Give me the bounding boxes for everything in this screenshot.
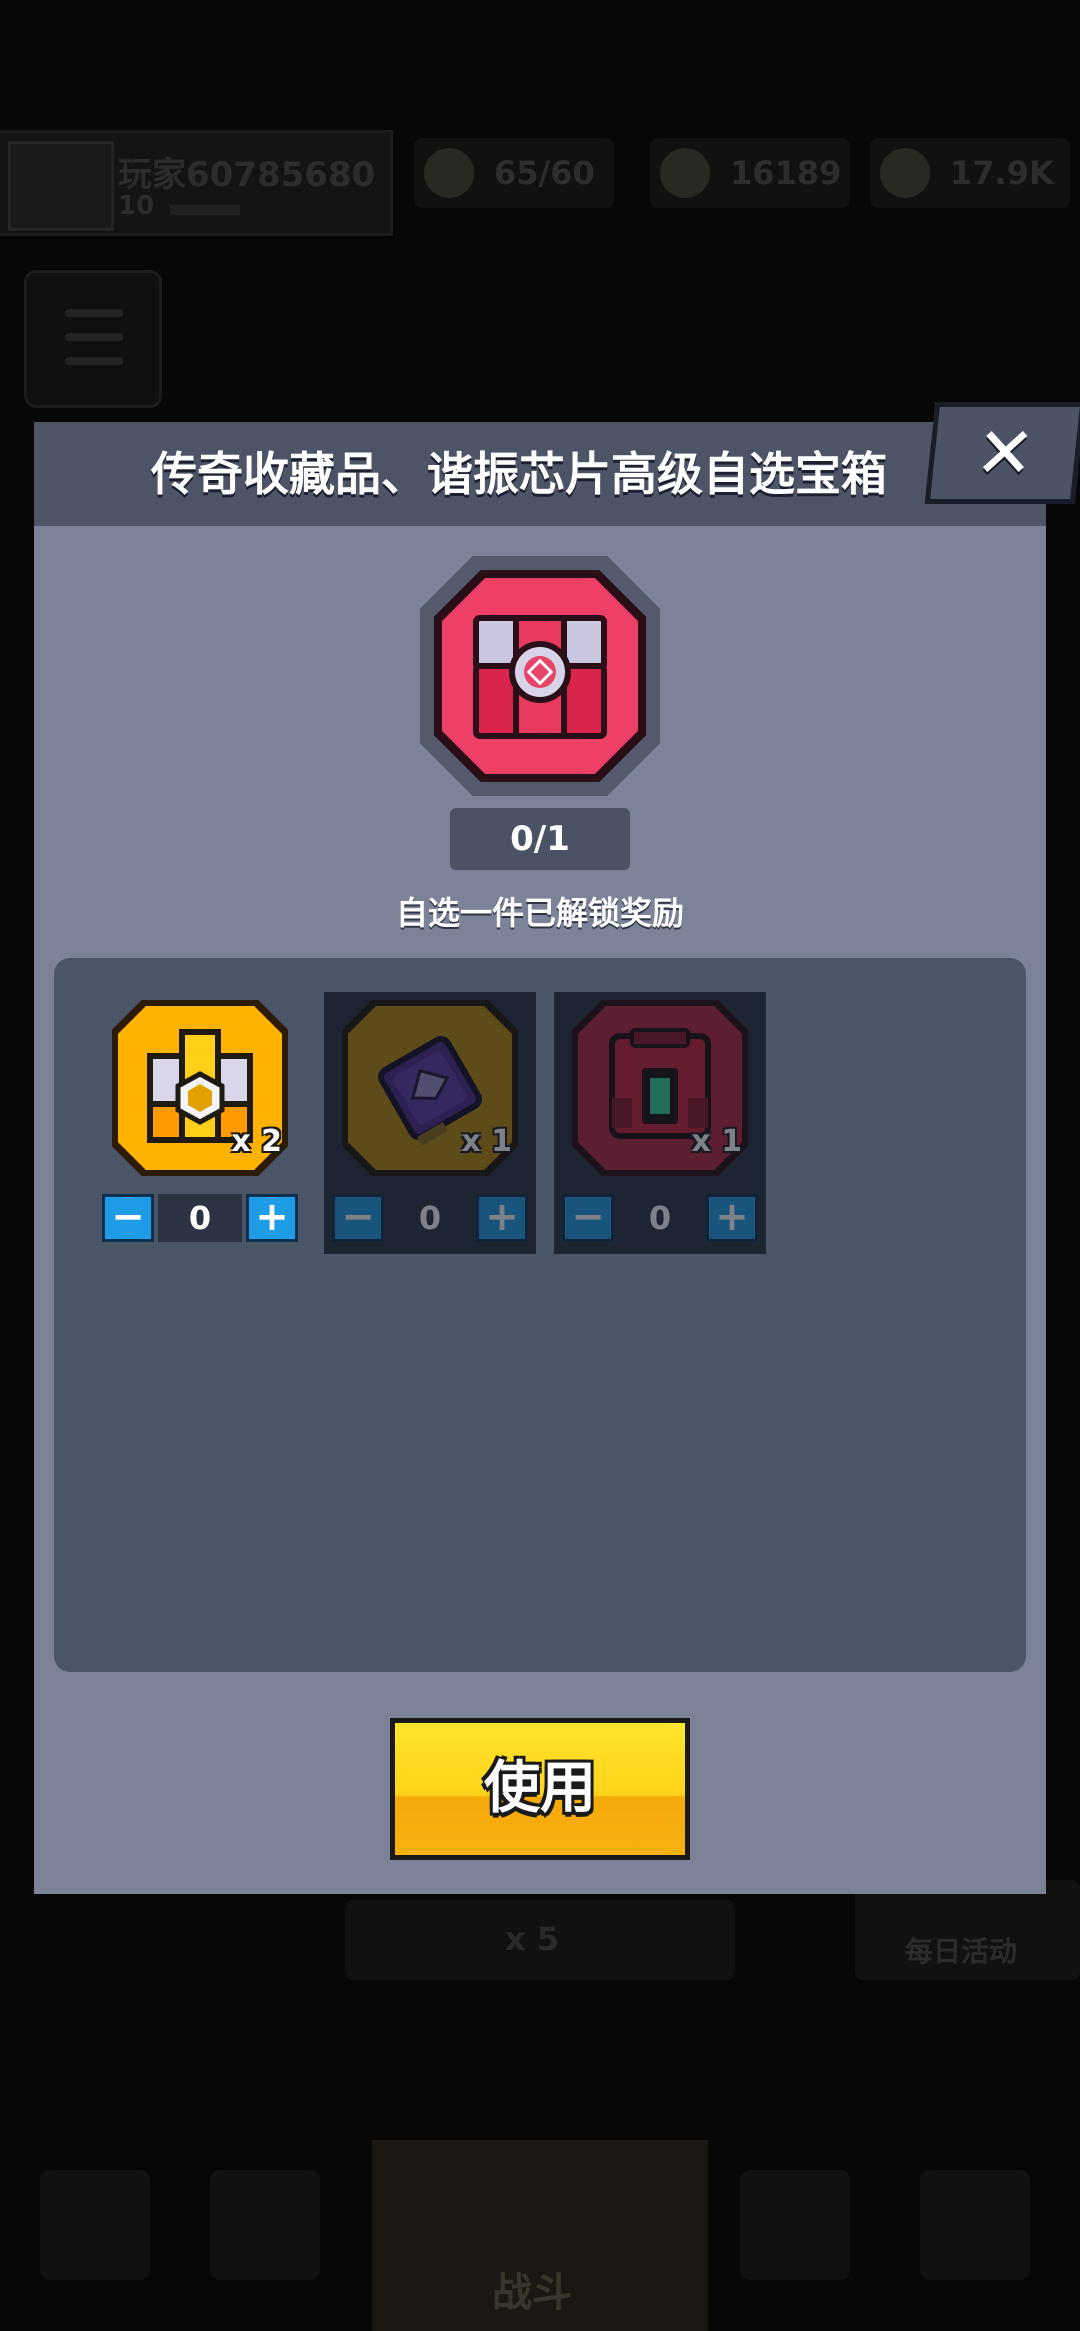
coin-icon xyxy=(880,148,930,198)
level-progress-bar xyxy=(170,205,240,215)
decrease-button[interactable]: − xyxy=(332,1194,384,1242)
menu-button xyxy=(24,270,162,408)
nav-battle-label: 战斗 xyxy=(492,2270,572,2316)
nav-shop-icon xyxy=(40,2170,150,2280)
red-chest-icon xyxy=(473,615,607,739)
quantity-value: 0 xyxy=(388,1194,472,1242)
quantity-stepper: − 0 + xyxy=(102,1194,298,1242)
menu-icon-line xyxy=(65,333,123,341)
item-count: x 2 xyxy=(231,1124,282,1159)
nav-battle: 战斗 xyxy=(372,2140,708,2331)
reward-item-gold-chest[interactable]: x 2 − 0 + xyxy=(94,992,306,1254)
resource-gems-value: 16189 xyxy=(730,154,842,192)
increase-button[interactable]: + xyxy=(476,1194,528,1242)
reward-list-panel: x 2 − 0 + x 1 − 0 + x 1 − 0 + xyxy=(54,958,1026,1672)
selection-progress: 0/1 xyxy=(450,808,630,870)
use-button[interactable]: 使用 xyxy=(390,1718,690,1860)
resource-coins-value: 17.9K xyxy=(950,154,1054,192)
quest-counter-text: x 5 xyxy=(505,1920,560,1958)
quest-counter: x 5 xyxy=(345,1900,735,1980)
use-button-label: 使用 xyxy=(484,1756,596,1821)
item-count: x 1 xyxy=(691,1124,742,1159)
item-count: x 1 xyxy=(461,1124,512,1159)
daily-activity-button: 每日活动 xyxy=(855,1880,1080,1980)
player-level: 10 xyxy=(118,191,155,221)
close-icon: ✕ xyxy=(971,412,1039,494)
resource-gems: 16189 xyxy=(650,138,850,208)
dialog-header: 传奇收藏品、谐振芯片高级自选宝箱 xyxy=(34,422,1046,526)
reward-item-resonance-chip[interactable]: x 1 − 0 + xyxy=(324,992,536,1254)
gem-icon xyxy=(660,148,710,198)
quantity-stepper: − 0 + xyxy=(562,1194,758,1242)
player-card: 玩家60785680 10 xyxy=(0,130,393,236)
quantity-stepper: − 0 + xyxy=(332,1194,528,1242)
increase-button[interactable]: + xyxy=(246,1194,298,1242)
reward-item-red-collectible[interactable]: x 1 − 0 + xyxy=(554,992,766,1254)
quantity-value: 0 xyxy=(618,1194,702,1242)
menu-icon xyxy=(65,309,123,317)
bottom-navigation: 战斗 xyxy=(0,2130,1080,2331)
resource-energy: 65/60 xyxy=(414,138,614,208)
dialog-title: 传奇收藏品、谐振芯片高级自选宝箱 xyxy=(151,447,887,501)
increase-button[interactable]: + xyxy=(706,1194,758,1242)
quantity-value: 0 xyxy=(158,1194,242,1242)
selection-chest-dialog: 传奇收藏品、谐振芯片高级自选宝箱 0/1 自选一件已解锁奖励 x 2 − 0 +… xyxy=(34,422,1046,1894)
selection-hint: 自选一件已解锁奖励 xyxy=(395,894,684,932)
resource-energy-value: 65/60 xyxy=(494,154,595,192)
top-status-bar: 玩家60785680 10 65/60 16189 17.9K xyxy=(0,130,1080,236)
decrease-button[interactable]: − xyxy=(562,1194,614,1242)
avatar xyxy=(8,141,114,231)
nav-equipment-icon xyxy=(210,2170,320,2280)
close-button[interactable]: ✕ xyxy=(924,402,1080,504)
selection-progress-text: 0/1 xyxy=(510,819,570,859)
nav-evolve-icon xyxy=(740,2170,850,2280)
daily-activity-label: 每日活动 xyxy=(905,1935,1018,1968)
energy-icon xyxy=(424,148,474,198)
decrease-button[interactable]: − xyxy=(102,1194,154,1242)
player-name: 玩家60785680 xyxy=(118,155,376,195)
menu-icon-line xyxy=(65,357,123,365)
resource-coins: 17.9K xyxy=(870,138,1070,208)
nav-challenge-icon xyxy=(920,2170,1030,2280)
